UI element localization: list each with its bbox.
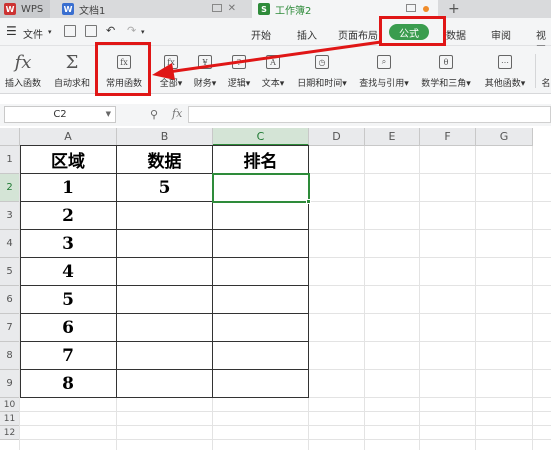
select-all-corner[interactable] <box>0 128 20 146</box>
row-header-2[interactable]: 2 <box>0 174 20 202</box>
table-cell[interactable]: 1 <box>20 174 117 202</box>
spreadsheet-grid: A B C D E F G 1 2 3 4 5 6 7 8 9 10 11 12 区域 数据 排名 1 5 2 3 4 5 6 7 8 <box>0 128 551 450</box>
table-cell[interactable] <box>213 230 309 258</box>
fx-label[interactable]: fx <box>172 107 182 120</box>
gridline-horizontal <box>20 439 551 440</box>
table-cell[interactable] <box>213 370 309 398</box>
table-cell[interactable]: 区域 <box>20 146 117 174</box>
table-cell[interactable]: 5 <box>20 286 117 314</box>
formula-bar: C2 ▼ ⚲ fx <box>0 104 551 126</box>
formula-input[interactable] <box>188 106 551 123</box>
active-cell-c2[interactable] <box>212 173 310 203</box>
row-header-3[interactable]: 3 <box>0 202 20 230</box>
column-header-B[interactable]: B <box>117 128 213 146</box>
name-box[interactable]: C2 ▼ <box>4 106 116 123</box>
row-header-11[interactable]: 11 <box>0 412 20 426</box>
table-cell[interactable]: 7 <box>20 342 117 370</box>
row-header-7[interactable]: 7 <box>0 314 20 342</box>
gridline-vertical <box>364 146 365 450</box>
chevron-down-icon[interactable]: ▼ <box>106 107 111 122</box>
column-header-F[interactable]: F <box>420 128 476 146</box>
column-header-A[interactable]: A <box>20 128 117 146</box>
table-cell[interactable]: 4 <box>20 258 117 286</box>
table-cell[interactable] <box>117 314 213 342</box>
gridline-vertical <box>419 146 420 450</box>
row-header-1[interactable]: 1 <box>0 146 20 174</box>
row-header-5[interactable]: 5 <box>0 258 20 286</box>
column-header-G[interactable]: G <box>476 128 533 146</box>
row-header-6[interactable]: 6 <box>0 286 20 314</box>
fill-handle[interactable] <box>306 199 311 204</box>
table-cell[interactable]: 数据 <box>117 146 213 174</box>
row-header-12[interactable]: 12 <box>0 426 20 440</box>
table-cell[interactable] <box>117 230 213 258</box>
column-header-E[interactable]: E <box>365 128 420 146</box>
table-cell[interactable] <box>213 202 309 230</box>
row-header-9[interactable]: 9 <box>0 370 20 398</box>
gridline-vertical <box>532 146 533 450</box>
table-cell[interactable] <box>117 202 213 230</box>
table-cell[interactable]: 8 <box>20 370 117 398</box>
gridline-horizontal <box>20 425 551 426</box>
table-cell[interactable] <box>117 258 213 286</box>
zoom-search-icon[interactable]: ⚲ <box>150 108 158 121</box>
gridline-horizontal <box>20 411 551 412</box>
table-cell[interactable]: 排名 <box>213 146 309 174</box>
table-cell[interactable]: 2 <box>20 202 117 230</box>
column-header-C[interactable]: C <box>213 128 309 146</box>
table-cell[interactable]: 3 <box>20 230 117 258</box>
table-cell[interactable]: 6 <box>20 314 117 342</box>
column-header-D[interactable]: D <box>309 128 365 146</box>
table-cell[interactable] <box>213 258 309 286</box>
gridline-vertical <box>475 146 476 450</box>
table-cell[interactable] <box>213 286 309 314</box>
table-cell[interactable] <box>213 314 309 342</box>
table-cell[interactable] <box>117 342 213 370</box>
table-cell[interactable] <box>117 286 213 314</box>
row-header-10[interactable]: 10 <box>0 398 20 412</box>
row-header-4[interactable]: 4 <box>0 230 20 258</box>
table-cell[interactable] <box>213 342 309 370</box>
row-header-8[interactable]: 8 <box>0 342 20 370</box>
table-cell[interactable]: 5 <box>117 174 213 202</box>
table-cell[interactable] <box>117 370 213 398</box>
